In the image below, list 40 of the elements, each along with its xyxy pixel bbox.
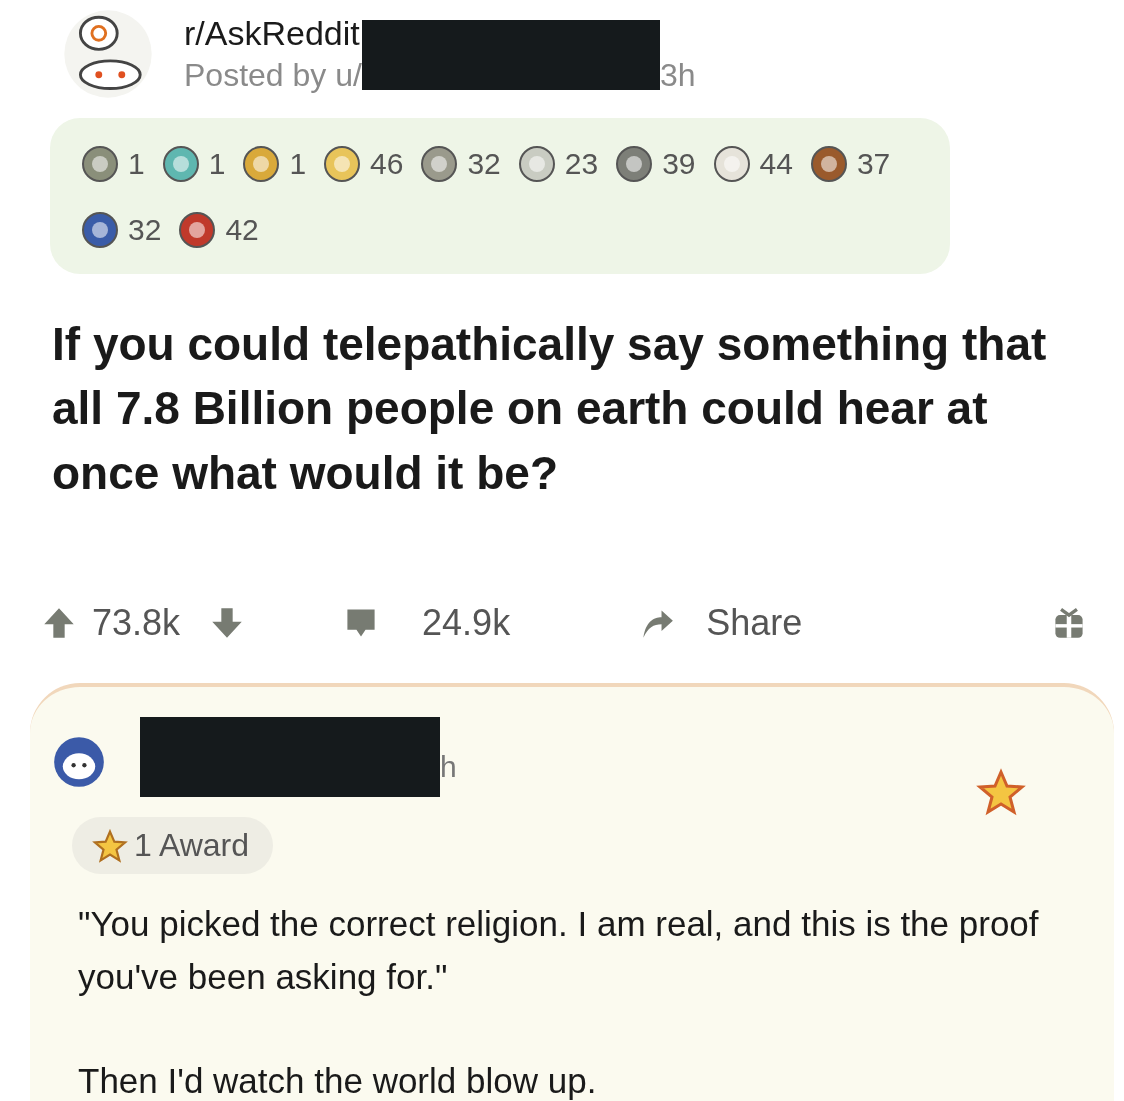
star-icon[interactable]	[976, 767, 1026, 818]
subreddit-name[interactable]: r/AskReddit	[184, 14, 360, 53]
award-icon[interactable]	[177, 210, 218, 250]
award-count: 1	[208, 147, 226, 181]
vote-count: 73.8k	[92, 602, 181, 645]
comment-count: 24.9k	[422, 602, 511, 645]
award-icon[interactable]	[711, 144, 752, 184]
award-count: 39	[662, 147, 696, 181]
award-count: 37	[856, 147, 891, 181]
award-icon[interactable]	[80, 210, 120, 250]
award-icon[interactable]	[419, 144, 460, 184]
award-icon[interactable]	[241, 144, 282, 184]
award-icon[interactable]	[80, 144, 120, 184]
post-age: 3h	[659, 57, 696, 94]
avatar-icon[interactable]	[52, 735, 106, 790]
award-count: 32	[128, 213, 162, 247]
comment-text: "You picked the correct religion. I am real, and this is the proof you've been asking for."	[78, 903, 1040, 998]
posted-by: Posted by u/	[184, 57, 362, 94]
award-icon[interactable]	[322, 144, 363, 184]
award-count: 1	[128, 147, 145, 181]
award-count: 1	[289, 147, 307, 181]
award-icon[interactable]	[516, 144, 557, 184]
share-button[interactable]: Share	[640, 602, 803, 645]
gift-icon[interactable]	[1052, 606, 1086, 641]
award-chip[interactable]: 1 Award	[72, 817, 274, 875]
award-icon[interactable]	[808, 144, 849, 184]
award-count: 46	[370, 147, 404, 181]
award-count: 42	[225, 213, 259, 247]
upvote-icon[interactable]	[42, 606, 76, 641]
subreddit-icon[interactable]	[62, 8, 154, 100]
award-icon[interactable]	[160, 144, 201, 184]
comment-text: Then I'd watch the world blow up.	[78, 1060, 598, 1101]
post-title: If you could telepathically say something that all 7.8 Billion people on earth could hear at once what would it be?	[52, 317, 1048, 501]
award-label: 1 Award	[134, 827, 250, 865]
award-icon[interactable]	[614, 144, 655, 184]
award-count: 23	[564, 147, 599, 181]
award-count: 44	[759, 147, 793, 181]
comment-age: h	[440, 750, 457, 785]
star-icon	[92, 827, 128, 864]
award-count: 32	[467, 147, 501, 181]
